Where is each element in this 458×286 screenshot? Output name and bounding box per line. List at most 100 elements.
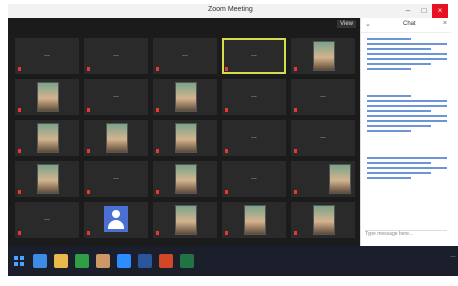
participant-tile[interactable]: …: [153, 38, 217, 74]
mic-muted-icon: [18, 67, 21, 71]
participant-video: [37, 164, 59, 194]
mic-muted-icon: [87, 190, 90, 194]
participant-tile[interactable]: [15, 79, 79, 115]
mic-muted-icon: [225, 67, 228, 71]
mic-muted-icon: [225, 149, 228, 153]
participant-tile[interactable]: …: [291, 120, 355, 156]
participant-tile[interactable]: …: [222, 38, 286, 74]
message-text-line: [367, 157, 447, 159]
maximize-button[interactable]: □: [416, 4, 432, 18]
participant-video: [313, 41, 335, 71]
participant-tile[interactable]: [153, 79, 217, 115]
word-icon[interactable]: [138, 254, 152, 268]
participant-tile[interactable]: …: [222, 161, 286, 197]
start-icon[interactable]: [12, 254, 26, 268]
mic-muted-icon: [87, 149, 90, 153]
message-text-line: [367, 100, 447, 102]
participant-video: [175, 123, 197, 153]
participant-name: …: [113, 93, 119, 99]
participant-tile[interactable]: [291, 161, 355, 197]
participant-tile[interactable]: …: [222, 79, 286, 115]
mic-muted-icon: [294, 231, 297, 235]
mic-muted-icon: [225, 231, 228, 235]
participant-tile[interactable]: [84, 202, 148, 238]
message-text-line: [367, 58, 447, 60]
participant-name: …: [251, 52, 257, 58]
chevron-down-icon[interactable]: ⌄: [365, 20, 371, 28]
mic-muted-icon: [18, 231, 21, 235]
participant-name: …: [251, 93, 257, 99]
participant-tile[interactable]: [291, 38, 355, 74]
participant-tile[interactable]: [153, 120, 217, 156]
message-text-line: [367, 167, 447, 169]
message-text-line: [367, 38, 411, 40]
window-controls: – □ ×: [400, 4, 448, 18]
participant-tile[interactable]: [15, 120, 79, 156]
chat-message: [367, 95, 447, 135]
participant-grid: … … … … … … … … … … … …: [15, 38, 355, 242]
message-text-line: [367, 120, 447, 122]
participant-tile[interactable]: [153, 161, 217, 197]
message-text-line: [367, 53, 447, 55]
participant-tile[interactable]: [222, 202, 286, 238]
participant-tile[interactable]: …: [222, 120, 286, 156]
participant-tile[interactable]: …: [84, 38, 148, 74]
message-text-line: [367, 43, 447, 45]
participant-tile[interactable]: [153, 202, 217, 238]
file-explorer-icon[interactable]: [54, 254, 68, 268]
photos-icon[interactable]: [96, 254, 110, 268]
view-button[interactable]: View: [337, 20, 356, 28]
chrome-icon[interactable]: [75, 254, 89, 268]
mic-muted-icon: [156, 231, 159, 235]
chat-title: Chat: [403, 21, 416, 27]
powerpoint-icon[interactable]: [159, 254, 173, 268]
excel-icon[interactable]: [180, 254, 194, 268]
participant-tile[interactable]: [84, 120, 148, 156]
participant-video: [37, 82, 59, 112]
mic-muted-icon: [294, 67, 297, 71]
message-text-line: [367, 125, 431, 127]
message-text-line: [367, 115, 447, 117]
ie-icon[interactable]: [33, 254, 47, 268]
zoom-icon[interactable]: [117, 254, 131, 268]
participant-name: …: [113, 52, 119, 58]
participant-tile[interactable]: [15, 161, 79, 197]
participant-video: [175, 82, 197, 112]
window-title: Zoom Meeting: [208, 6, 253, 13]
participant-video: [175, 164, 197, 194]
participant-tile[interactable]: [291, 202, 355, 238]
close-icon[interactable]: ×: [443, 20, 447, 27]
gallery-view: View … … … … … … … … … … … …: [8, 18, 360, 246]
participant-name: …: [113, 175, 119, 181]
chat-input[interactable]: Type message here...: [365, 230, 447, 241]
mic-muted-icon: [18, 149, 21, 153]
message-text-line: [367, 130, 411, 132]
minimize-button[interactable]: –: [400, 4, 416, 18]
participant-name: …: [251, 175, 257, 181]
taskbar-apps: [12, 254, 201, 268]
message-text-line: [367, 95, 411, 97]
taskbar: …: [8, 246, 458, 276]
message-text-line: [367, 105, 447, 107]
participant-video: [37, 123, 59, 153]
participant-name: …: [320, 134, 326, 140]
message-text-line: [367, 48, 431, 50]
close-button[interactable]: ×: [432, 4, 448, 18]
mic-muted-icon: [294, 190, 297, 194]
message-text-line: [367, 63, 431, 65]
participant-tile[interactable]: …: [84, 79, 148, 115]
participant-video: [175, 205, 197, 235]
participant-name: …: [320, 93, 326, 99]
mic-muted-icon: [294, 108, 297, 112]
participant-tile[interactable]: …: [84, 161, 148, 197]
participant-tile[interactable]: …: [15, 38, 79, 74]
participant-tile[interactable]: …: [15, 202, 79, 238]
chat-message: [367, 157, 447, 182]
message-text-line: [367, 177, 411, 179]
participant-tile[interactable]: …: [291, 79, 355, 115]
mic-muted-icon: [156, 149, 159, 153]
chat-message: [367, 38, 447, 73]
mic-muted-icon: [18, 108, 21, 112]
mic-muted-icon: [225, 190, 228, 194]
mic-muted-icon: [156, 108, 159, 112]
